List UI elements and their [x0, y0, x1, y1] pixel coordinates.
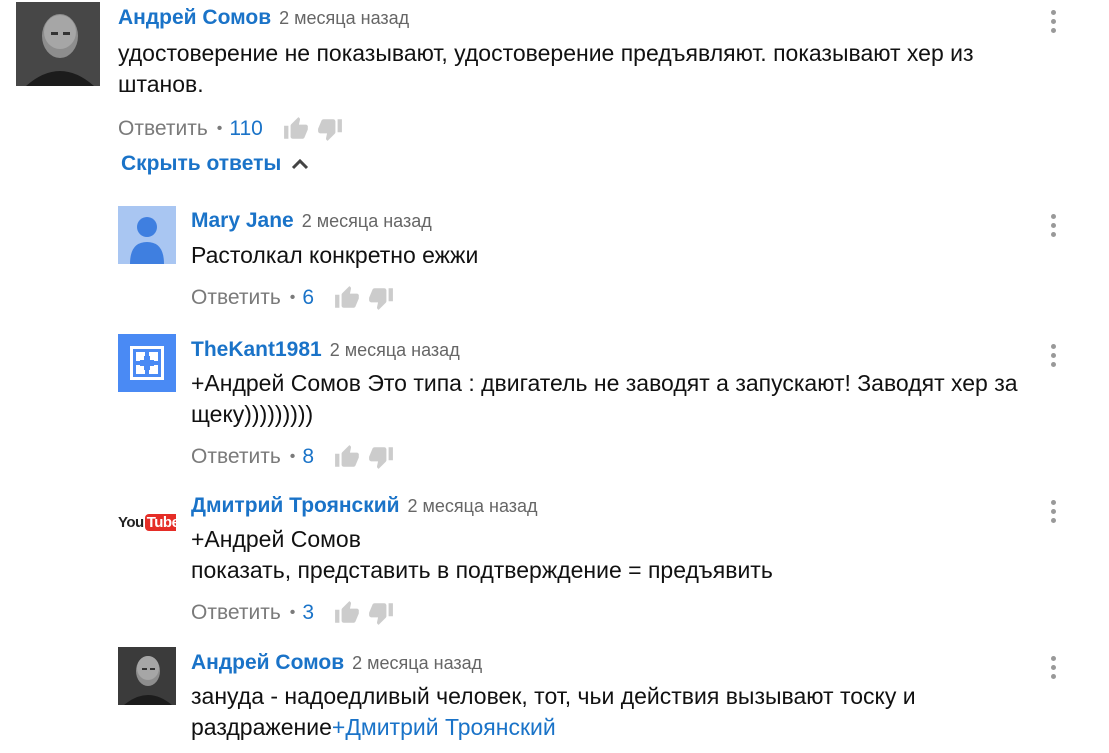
- thumbs-down-icon[interactable]: [368, 600, 394, 626]
- comment-header: Андрей Сомов 2 месяца назад: [191, 649, 1051, 677]
- comment-actions: Ответить • 3: [191, 598, 1051, 628]
- comment-text: удостоверение не показывают, удостоверен…: [118, 40, 974, 97]
- author-name[interactable]: Дмитрий Троянский: [191, 494, 400, 517]
- more-options-icon[interactable]: [1049, 344, 1057, 367]
- separator: •: [216, 120, 223, 137]
- comment-actions: Ответить • 110: [118, 114, 1038, 144]
- comment-time[interactable]: 2 месяца назад: [279, 8, 409, 28]
- comment-time[interactable]: 2 месяца назад: [330, 340, 460, 360]
- more-options-icon[interactable]: [1049, 214, 1057, 237]
- comment-text: +Андрей Сомов показать, представить в по…: [191, 526, 773, 583]
- mention-link[interactable]: +Дмитрий Троянский: [332, 714, 556, 740]
- comment-text: +Андрей Сомов Это типа : двигатель не за…: [191, 370, 1018, 427]
- comment-header: Дмитрий Троянский 2 месяца назад: [191, 492, 1051, 520]
- comment-text: зануда - надоедливый человек, тот, чьи д…: [191, 683, 916, 740]
- thumbs-down-icon[interactable]: [368, 444, 394, 470]
- thumbs-down-icon[interactable]: [317, 116, 343, 142]
- like-count: 8: [302, 445, 315, 468]
- hide-replies-label: Скрыть ответы: [121, 152, 282, 175]
- author-name[interactable]: Андрей Сомов: [191, 651, 344, 674]
- author-avatar[interactable]: You Tube: [118, 492, 176, 550]
- comment-header: Mary Jane 2 месяца назад: [191, 207, 1031, 235]
- reply-button[interactable]: Ответить: [191, 286, 281, 310]
- more-options-icon[interactable]: [1049, 10, 1057, 33]
- author-avatar[interactable]: [16, 2, 100, 86]
- comment-header: Андрей Сомов 2 месяца назад: [118, 4, 1038, 32]
- comment-text: Растолкал конкретно ежжи: [191, 242, 479, 268]
- author-avatar[interactable]: [118, 647, 176, 705]
- reply-button[interactable]: Ответить: [118, 117, 208, 141]
- author-name[interactable]: Андрей Сомов: [118, 6, 271, 29]
- youtube-logo-icon: You Tube: [118, 514, 176, 531]
- separator: •: [289, 448, 296, 465]
- chevron-up-icon: [292, 158, 309, 170]
- thumbs-down-icon[interactable]: [368, 285, 394, 311]
- comment-time[interactable]: 2 месяца назад: [302, 211, 432, 231]
- comment-time[interactable]: 2 месяца назад: [408, 496, 538, 516]
- thumbs-up-icon[interactable]: [334, 600, 360, 626]
- author-name[interactable]: Mary Jane: [191, 209, 294, 232]
- like-count: 110: [229, 117, 263, 140]
- author-avatar[interactable]: [118, 206, 176, 264]
- comment-time[interactable]: 2 месяца назад: [352, 653, 482, 673]
- comment-actions: Ответить • 6: [191, 283, 1031, 313]
- reply-button[interactable]: Ответить: [191, 445, 281, 469]
- comment-header: TheKant1981 2 месяца назад: [191, 336, 1051, 364]
- like-count: 3: [302, 601, 315, 624]
- thumbs-up-icon[interactable]: [334, 444, 360, 470]
- hide-replies-button[interactable]: Скрыть ответы: [121, 150, 309, 178]
- more-options-icon[interactable]: [1049, 500, 1057, 523]
- thumbs-up-icon[interactable]: [334, 285, 360, 311]
- author-avatar[interactable]: [118, 334, 176, 392]
- separator: •: [289, 604, 296, 621]
- separator: •: [289, 289, 296, 306]
- author-name[interactable]: TheKant1981: [191, 338, 322, 361]
- comment-actions: Ответить • 8: [191, 442, 1051, 472]
- thumbs-up-icon[interactable]: [283, 116, 309, 142]
- more-options-icon[interactable]: [1049, 656, 1057, 679]
- reply-button[interactable]: Ответить: [191, 601, 281, 625]
- like-count: 6: [302, 286, 315, 309]
